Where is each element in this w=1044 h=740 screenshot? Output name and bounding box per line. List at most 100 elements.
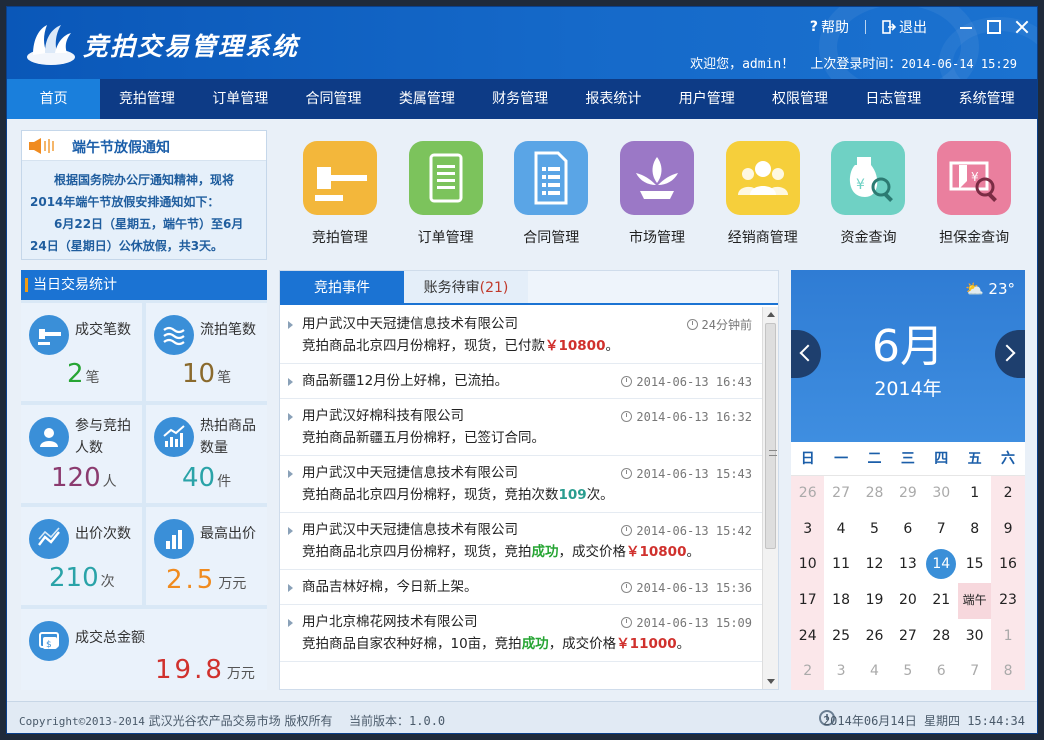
username: admin！ [742,57,795,72]
calendar-day[interactable]: 9 [991,511,1025,548]
nav-contracts[interactable]: 合同管理 [287,79,380,119]
status-bar: Copyright©2013-2014 武汉光谷农产品交易市场 版权所有 当前版… [7,701,1037,733]
nav-home[interactable]: 首页 [7,79,101,119]
calendar-day[interactable]: 1 [991,618,1025,655]
stat-hot-items: 热拍商品 数量 40 件 [146,405,267,503]
calendar-day[interactable]: 11 [824,547,857,583]
calendar-day[interactable]: 4 [858,654,891,690]
bar-chart-icon [154,519,194,559]
logout-button[interactable]: 退出 [876,17,933,37]
calendar-day[interactable]: 12 [858,547,891,583]
nav-logs[interactable]: 日志管理 [847,79,940,119]
list-item[interactable]: 用户武汉好棉科技有限公司 竞拍商品新疆五月份棉籽，已签订合同。 2014-06-… [280,399,764,456]
calendar-day[interactable]: 8 [991,654,1025,691]
calendar-day[interactable]: 21 [925,583,958,619]
calendar-day[interactable]: 8 [958,512,991,548]
quick-deposit-query[interactable]: ¥ 担保金查询 [921,141,1027,251]
nav-users[interactable]: 用户管理 [660,79,753,119]
last-login-time: 2014-06-14 15:29 [901,57,1017,71]
quick-deposit-query-label: 担保金查询 [939,230,1010,246]
quick-orders[interactable]: 订单管理 [393,141,499,251]
calendar-festival-day[interactable]: 端午 [957,583,992,619]
quick-dealers[interactable]: 经销商管理 [710,141,816,251]
calendar-day[interactable]: 15 [958,547,991,583]
calendar-day[interactable]: 1 [958,476,991,512]
scroll-up-icon[interactable] [767,312,775,317]
quick-market-label: 市场管理 [629,230,686,246]
calendar-day[interactable]: 27 [824,476,857,512]
nav-orders[interactable]: 订单管理 [194,79,287,119]
calendar-day[interactable]: 16 [991,547,1025,584]
svg-text:¥: ¥ [856,177,865,193]
calendar-day[interactable]: 26 [858,619,891,655]
calendar-day[interactable]: 18 [824,583,857,619]
list-item[interactable]: 用户武汉中天冠捷信息技术有限公司 竞拍商品北京四月份棉籽，现货，竞拍成功，成交价… [280,513,764,570]
order-icon [408,141,483,215]
quick-orders-label: 订单管理 [417,230,474,246]
calendar-day[interactable]: 17 [791,583,825,619]
top-toolbar: ? 帮助 退出 [804,16,1029,38]
scroll-thumb[interactable] [765,323,777,549]
calendar-today[interactable]: 14 [925,547,958,583]
calendar-day[interactable]: 5 [858,512,891,548]
stat-hot-value: 40 [182,463,216,493]
notice-paragraph-2: 6月22日（星期五，端午节）至6月24日（星期日）公休放假，共3天。 [30,217,244,253]
scroll-down-icon[interactable] [767,679,775,684]
clock-icon [686,319,698,330]
clock-icon [621,468,633,479]
stat-deals: 成交笔数 2笔 [21,303,142,401]
tab-pending-accounts[interactable]: 账务待审(21) [404,271,528,303]
stat-highest-value: 2.5 [166,565,217,595]
quick-fund-query-label: 资金查询 [840,230,897,246]
calendar-day[interactable]: 7 [958,654,991,690]
list-item[interactable]: 商品吉林好棉，今日新上架。 2014-06-13 15:36 [280,570,764,605]
calendar-day[interactable]: 3 [791,511,825,548]
list-item[interactable]: 用户武汉中天冠捷信息技术有限公司 竞拍商品北京四月份棉籽，现货，已付款￥1080… [280,307,764,364]
calendar-day[interactable]: 23 [991,583,1025,619]
calendar-day[interactable]: 30 [925,476,958,512]
stat-bidders: 参与竞拍 人数 120 人 [21,405,142,503]
calendar-day[interactable]: 19 [858,583,891,619]
nav-reports[interactable]: 报表统计 [567,79,660,119]
tab-auction-events[interactable]: 竞拍事件 [280,271,404,303]
calendar-day[interactable]: 24 [791,618,825,655]
calendar-day[interactable]: 3 [824,654,857,690]
list-item[interactable]: 用户北京棉花网技术有限公司 竞拍商品自家农种好棉，10亩，竞拍成功，成交价格￥1… [280,605,764,662]
calendar-day[interactable]: 6 [925,654,958,690]
nav-categories[interactable]: 类属管理 [380,79,473,119]
calendar-day[interactable]: 20 [891,583,924,619]
calendar-day[interactable]: 29 [891,476,924,512]
maximize-icon[interactable] [987,20,1001,34]
close-icon[interactable] [1015,20,1029,34]
calendar-day[interactable]: 28 [858,476,891,512]
calendar-day[interactable]: 2 [791,654,825,691]
quick-fund-query[interactable]: ¥ 资金查询 [816,141,922,251]
help-button[interactable]: ? 帮助 [804,17,855,37]
calendar-day[interactable]: 5 [891,654,924,690]
calendar-day[interactable]: 25 [824,619,857,655]
quick-contracts[interactable]: 合同管理 [498,141,604,251]
calendar-day[interactable]: 6 [891,512,924,548]
calendar-day[interactable]: 30 [958,619,991,655]
event-list-scrollbar[interactable] [762,307,778,689]
quick-auction[interactable]: 竞拍管理 [287,141,393,251]
calendar-day[interactable]: 4 [824,512,857,548]
list-item[interactable]: 商品新疆12月份上好棉，已流拍。 2014-06-13 16:43 [280,364,764,399]
calendar-day[interactable]: 26 [791,476,825,512]
list-item[interactable]: 用户武汉中天冠捷信息技术有限公司 竞拍商品北京四月份棉籽，现货，竞拍次数109次… [280,456,764,513]
quick-market[interactable]: 市场管理 [604,141,710,251]
nav-system[interactable]: 系统管理 [940,79,1033,119]
calendar-day[interactable]: 28 [925,619,958,655]
calendar-day[interactable]: 2 [991,476,1025,512]
calendar-day[interactable]: 13 [891,547,924,583]
pending-count-badge: (21) [479,280,509,296]
welcome-prefix: 欢迎您， [690,57,743,72]
minimize-icon[interactable] [959,20,973,34]
nav-finance[interactable]: 财务管理 [473,79,566,119]
svg-text:$: $ [46,640,52,650]
calendar-day[interactable]: 27 [891,619,924,655]
calendar-day[interactable]: 7 [925,512,958,548]
nav-auction[interactable]: 竞拍管理 [100,79,193,119]
calendar-day[interactable]: 10 [791,547,825,584]
nav-permissions[interactable]: 权限管理 [753,79,846,119]
